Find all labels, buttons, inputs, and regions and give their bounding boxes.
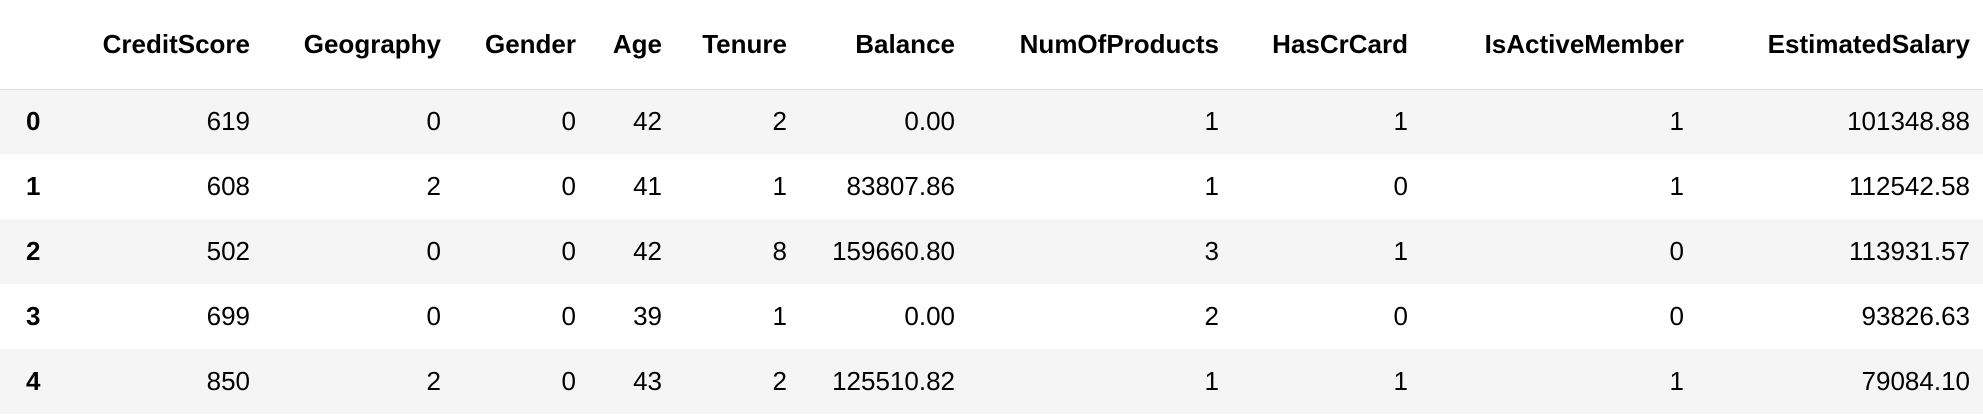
table-row: 2 502 0 0 42 8 159660.80 3 1 0 113931.57 [0, 219, 1983, 284]
column-header: Balance [800, 0, 968, 90]
table-cell: 0 [561, 171, 576, 201]
column-header: CreditScore [62, 0, 263, 90]
table-cell: 0.00 [904, 301, 955, 331]
table-cell: 1 [1393, 106, 1408, 137]
table-cell: 1 [1204, 366, 1219, 396]
table-cell: 1 [1204, 106, 1219, 137]
column-header: HasCrCard [1232, 0, 1421, 90]
header-row: CreditScore Geography Gender Age Tenure … [0, 0, 1983, 90]
row-index: 0 [26, 106, 41, 137]
table-cell: 1 [1669, 366, 1684, 396]
table-cell: 0 [1393, 301, 1408, 331]
column-header: Tenure [675, 0, 800, 90]
table-cell: 502 [206, 236, 250, 266]
table-cell: 112542.58 [1849, 171, 1970, 201]
table-cell: 0 [426, 106, 441, 137]
table-cell: 608 [206, 171, 250, 201]
table-cell: 0 [1669, 236, 1684, 266]
table-row: 3 699 0 0 39 1 0.00 2 0 0 93826.63 [0, 284, 1983, 349]
table-cell: 0 [561, 366, 576, 396]
table-cell: 125510.82 [832, 366, 955, 396]
table-cell: 2 [772, 106, 787, 137]
table-cell: 0 [561, 236, 576, 266]
column-header: IsActiveMember [1421, 0, 1697, 90]
table-cell: 1 [772, 171, 787, 201]
table-cell: 159660.80 [832, 236, 955, 266]
table-cell: 1 [1669, 171, 1684, 201]
table-cell: 1 [772, 301, 787, 331]
table-cell: 8 [772, 236, 787, 266]
table-cell: 0 [561, 106, 576, 137]
table-cell: 3 [1204, 236, 1219, 266]
table-cell: 0 [1669, 301, 1684, 331]
table-cell: 1 [1393, 366, 1408, 396]
row-index: 3 [26, 301, 41, 331]
row-index: 4 [26, 366, 41, 396]
table-cell: 83807.86 [846, 171, 955, 201]
table-cell: 699 [206, 301, 250, 331]
table-cell: 1 [1204, 171, 1219, 201]
table-row: 4 850 2 0 43 2 125510.82 1 1 1 79084.10 [0, 349, 1983, 414]
table-cell: 41 [633, 171, 662, 201]
table-cell: 42 [633, 106, 662, 137]
table-cell: 1 [1393, 236, 1408, 266]
table-row: 0 619 0 0 42 2 0.00 1 1 1 101348.88 [0, 89, 1983, 154]
table-cell: 79084.10 [1861, 366, 1970, 396]
table-cell: 850 [206, 366, 250, 396]
row-index: 2 [26, 236, 41, 266]
table-cell: 42 [633, 236, 662, 266]
table-cell: 43 [633, 366, 662, 396]
index-header [0, 0, 62, 90]
row-index: 1 [26, 171, 41, 201]
dataframe-output: CreditScore Geography Gender Age Tenure … [0, 0, 1983, 416]
table-cell: 2 [426, 171, 441, 201]
table-cell: 93826.63 [1861, 301, 1970, 331]
column-header: Gender [454, 0, 589, 90]
table-cell: 113931.57 [1849, 236, 1970, 266]
table-cell: 2 [426, 366, 441, 396]
column-header: Geography [263, 0, 454, 90]
table-cell: 2 [1204, 301, 1219, 331]
table-row: 1 608 2 0 41 1 83807.86 1 0 1 112542.58 [0, 154, 1983, 219]
dataframe-table: CreditScore Geography Gender Age Tenure … [0, 0, 1983, 414]
table-cell: 2 [772, 366, 787, 396]
table-cell: 0.00 [904, 106, 955, 137]
table-cell: 619 [206, 106, 250, 137]
column-header: NumOfProducts [968, 0, 1232, 90]
table-cell: 0 [561, 301, 576, 331]
column-header: EstimatedSalary [1697, 0, 1983, 90]
table-cell: 0 [426, 301, 441, 331]
table-cell: 0 [1393, 171, 1408, 201]
table-cell: 1 [1669, 106, 1684, 137]
table-cell: 39 [633, 301, 662, 331]
table-cell: 0 [426, 236, 441, 266]
table-cell: 101348.88 [1847, 106, 1970, 137]
column-header: Age [589, 0, 675, 90]
